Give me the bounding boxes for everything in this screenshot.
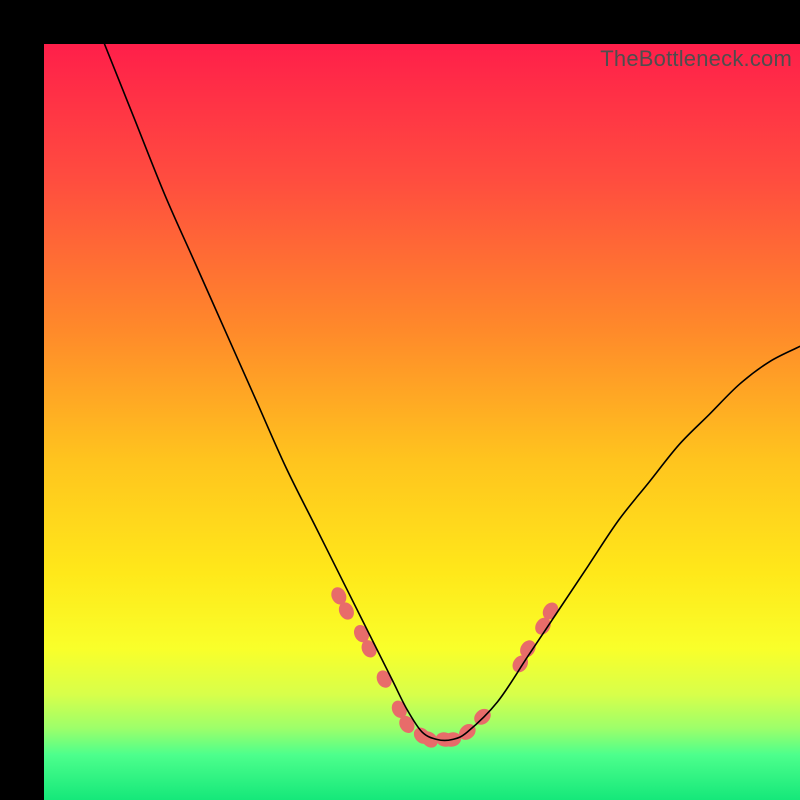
bottleneck-curve-chart xyxy=(44,44,800,800)
watermark-text: TheBottleneck.com xyxy=(600,46,792,72)
gradient-background xyxy=(44,44,800,800)
plot-area: TheBottleneck.com xyxy=(44,44,800,800)
chart-frame: TheBottleneck.com xyxy=(0,0,800,800)
